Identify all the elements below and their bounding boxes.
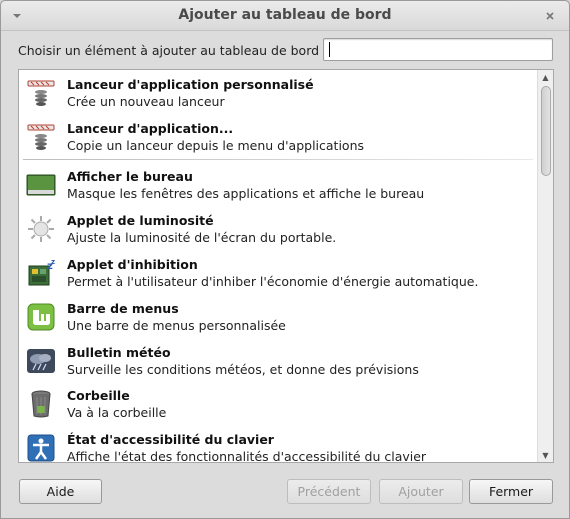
list-item[interactable]: Lanceur d'application personnalisé Crée … <box>19 72 538 114</box>
brightness-icon <box>25 213 57 245</box>
trash-icon <box>25 388 57 420</box>
list-item[interactable]: Afficher le bureau Masque les fenêtres d… <box>19 164 538 206</box>
list-item[interactable]: État d'accessibilité du clavier Affiche … <box>19 427 538 463</box>
list-item[interactable]: Bulletin météo Surveille les conditions … <box>19 340 538 382</box>
list-item[interactable]: z z Applet d'inhibition Permet à l'utili… <box>19 252 538 294</box>
separator <box>23 159 533 160</box>
search-label: Choisir un élément à ajouter au tableau … <box>18 43 328 58</box>
list-scrollbar[interactable]: ▲ ▼ <box>537 70 553 462</box>
launcher-icon <box>25 121 57 153</box>
launcher-icon <box>25 77 57 109</box>
scroll-up-icon[interactable]: ▲ <box>538 70 553 84</box>
scroll-down-icon[interactable]: ▼ <box>538 448 553 462</box>
item-name: État d'accessibilité du clavier <box>67 432 274 447</box>
window-title: Ajouter au tableau de bord <box>178 7 392 23</box>
weather-icon <box>25 345 57 377</box>
item-name: Corbeille <box>67 388 130 403</box>
list-item[interactable]: Barre de menus Une barre de menus person… <box>19 296 538 338</box>
close-icon[interactable] <box>542 8 558 24</box>
text-caret <box>329 42 330 57</box>
svg-text:z: z <box>51 258 55 266</box>
item-name: Applet de luminosité <box>67 213 214 228</box>
add-button[interactable]: Ajouter <box>379 479 463 504</box>
search-input[interactable] <box>323 38 553 61</box>
item-description: Crée un nouveau lanceur <box>67 94 225 109</box>
add-to-panel-dialog: Ajouter au tableau de bord Choisir un él… <box>0 0 570 519</box>
item-name: Barre de menus <box>67 301 179 316</box>
item-name: Lanceur d'application... <box>67 121 234 136</box>
item-description: Copie un lanceur depuis le menu d'applic… <box>67 138 365 153</box>
mint-logo-icon <box>25 301 57 333</box>
item-description: Affiche l'état des fonctionnalités d'acc… <box>67 449 427 463</box>
item-name: Afficher le bureau <box>67 169 193 184</box>
item-description: Une barre de menus personnalisée <box>67 318 286 333</box>
help-button[interactable]: Aide <box>19 479 102 504</box>
desktop-icon <box>25 169 57 201</box>
close-button[interactable]: Fermer <box>469 479 553 504</box>
inhibit-icon: z z <box>25 257 57 289</box>
scroll-thumb[interactable] <box>541 86 551 176</box>
item-name: Bulletin météo <box>67 345 171 360</box>
item-description: Ajuste la luminosité de l'écran du porta… <box>67 230 337 245</box>
title-bar: Ajouter au tableau de bord <box>1 1 569 31</box>
item-description: Permet à l'utilisateur d'inhiber l'écono… <box>67 274 479 289</box>
list-item[interactable]: Corbeille Va à la corbeille <box>19 383 538 425</box>
accessibility-icon <box>25 432 57 462</box>
item-description: Surveille les conditions météos, et donn… <box>67 362 419 377</box>
item-name: Lanceur d'application personnalisé <box>67 77 314 92</box>
item-description: Va à la corbeille <box>67 405 167 420</box>
applet-list: Lanceur d'application personnalisé Crée … <box>18 69 554 463</box>
item-description: Masque les fenêtres des applications et … <box>67 186 425 201</box>
list-item[interactable]: Applet de luminosité Ajuste la luminosit… <box>19 208 538 250</box>
previous-button[interactable]: Précédent <box>287 479 371 504</box>
item-name: Applet d'inhibition <box>67 257 198 272</box>
list-item[interactable]: Lanceur d'application... Copie un lanceu… <box>19 116 538 158</box>
